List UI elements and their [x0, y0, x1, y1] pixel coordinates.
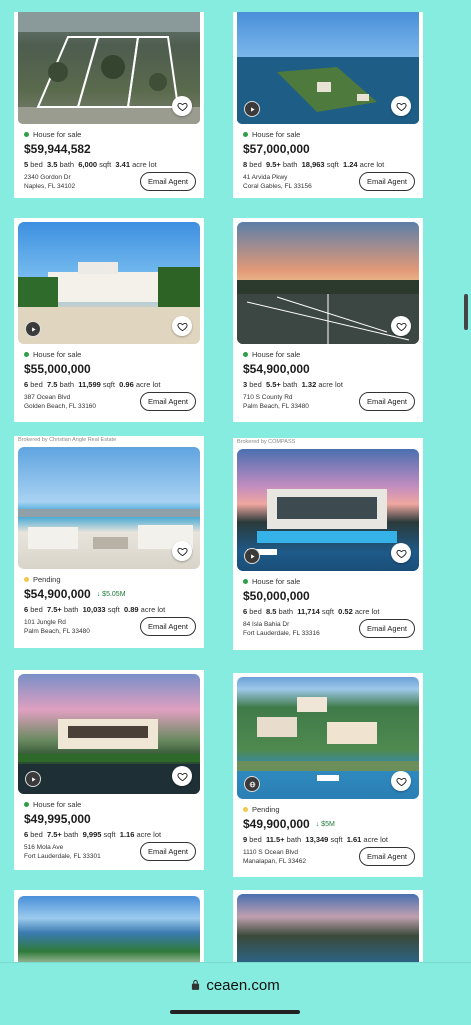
favorite-heart-icon[interactable] — [391, 543, 411, 563]
listing-price: $54,900,000 — [243, 362, 310, 376]
email-agent-button[interactable]: Email Agent — [139, 842, 196, 861]
email-agent-button[interactable]: Email Agent — [358, 847, 415, 866]
email-agent-button[interactable]: Email Agent — [139, 392, 196, 411]
favorite-heart-icon[interactable] — [391, 771, 411, 791]
broker-label: Brokered by COMPASS — [237, 439, 296, 445]
listing-price: $54,900,000 ↓ $5.05M — [24, 587, 126, 601]
listing-stats: 6 bed 8.5 bath 11,714 sqft 0.52 acre lot — [243, 607, 380, 616]
listing-price: $57,000,000 — [243, 142, 310, 156]
video-play-icon[interactable] — [244, 101, 260, 117]
status-dot — [243, 132, 248, 137]
listing-price: $50,000,000 — [243, 589, 310, 603]
favorite-heart-icon[interactable] — [172, 316, 192, 336]
listing-photo[interactable] — [237, 222, 419, 344]
status-dot — [243, 352, 248, 357]
listing-price: $59,944,582 — [24, 142, 91, 156]
listing-stats: 8 bed 9.5+ bath 18,963 sqft 1.24 acre lo… — [243, 160, 385, 169]
listing-stats: 6 bed 7.5+ bath 10,033 sqft 0.89 acre lo… — [24, 605, 166, 614]
price-drop: ↓ $5.05M — [96, 590, 126, 598]
listing-stats: 9 bed 11.5+ bath 13,349 sqft 1.61 acre l… — [243, 835, 389, 844]
favorite-heart-icon[interactable] — [391, 96, 411, 116]
email-agent-button[interactable]: Email Agent — [358, 172, 415, 191]
listing-photo[interactable] — [18, 674, 200, 794]
email-agent-button[interactable]: Email Agent — [139, 617, 196, 636]
listing-card[interactable]: House for sale $59,944,582 5 bed 3.5 bat… — [14, 12, 204, 198]
listing-card[interactable]: House for sale $49,995,000 6 bed 7.5+ ba… — [14, 670, 204, 870]
lock-icon — [191, 977, 200, 994]
status-badge: House for sale — [243, 130, 413, 139]
status-dot — [24, 577, 29, 582]
listing-price: $49,995,000 — [24, 812, 91, 826]
status-badge: Pending — [243, 805, 413, 814]
status-dot — [243, 807, 248, 812]
listing-card[interactable]: House for sale $57,000,000 8 bed 9.5+ ba… — [233, 12, 423, 198]
status-dot — [24, 352, 29, 357]
globe-360-icon[interactable] — [244, 776, 260, 792]
video-play-icon[interactable] — [25, 771, 41, 787]
status-dot — [24, 802, 29, 807]
listing-photo[interactable] — [18, 222, 200, 344]
favorite-heart-icon[interactable] — [172, 96, 192, 116]
listing-price: $55,000,000 — [24, 362, 91, 376]
listing-card[interactable]: Brokered by COMPASS House for sale $50,0… — [233, 438, 423, 650]
listing-photo[interactable] — [18, 447, 200, 569]
status-dot — [243, 579, 248, 584]
status-dot — [24, 132, 29, 137]
status-badge: House for sale — [243, 350, 413, 359]
email-agent-button[interactable]: Email Agent — [358, 619, 415, 638]
email-agent-button[interactable]: Email Agent — [358, 392, 415, 411]
listing-photo[interactable] — [18, 896, 200, 970]
status-badge: House for sale — [24, 350, 194, 359]
listing-photo[interactable] — [18, 12, 200, 124]
listing-stats: 6 bed 7.5+ bath 9,995 sqft 1.16 acre lot — [24, 830, 162, 839]
listing-card[interactable]: Brokered by Christian Angle Real Estate … — [14, 436, 204, 648]
listing-photo[interactable] — [237, 677, 419, 799]
listing-card[interactable]: House for sale $54,900,000 3 bed 5.5+ ba… — [233, 218, 423, 422]
listing-photo[interactable] — [237, 12, 419, 124]
listing-card[interactable]: Pending $49,900,000 ↓ $5M 9 bed 11.5+ bat… — [233, 673, 423, 877]
favorite-heart-icon[interactable] — [172, 766, 192, 786]
listing-stats: 6 bed 7.5 bath 11,599 sqft 0.96 acre lot — [24, 380, 161, 389]
page-scrollbar[interactable] — [464, 294, 468, 330]
video-play-icon[interactable] — [25, 321, 41, 337]
listing-card[interactable]: House for sale $55,000,000 6 bed 7.5 bat… — [14, 218, 204, 422]
browser-address-bar[interactable]: ceaen.com — [0, 962, 471, 1025]
price-drop: ↓ $5M — [315, 820, 335, 828]
listing-photo[interactable] — [237, 894, 419, 970]
status-badge: Pending — [24, 575, 194, 584]
broker-label: Brokered by Christian Angle Real Estate — [18, 437, 117, 443]
listing-stats: 3 bed 5.5+ bath 1.32 acre lot — [243, 380, 343, 389]
home-indicator[interactable] — [170, 1010, 300, 1014]
url-text[interactable]: ceaen.com — [206, 977, 279, 994]
status-badge: House for sale — [24, 130, 194, 139]
favorite-heart-icon[interactable] — [172, 541, 192, 561]
listing-card[interactable] — [14, 890, 204, 970]
video-play-icon[interactable] — [244, 548, 260, 564]
status-badge: House for sale — [24, 800, 194, 809]
listing-price: $49,900,000 ↓ $5M — [243, 817, 335, 831]
listing-card[interactable] — [233, 890, 423, 970]
listing-photo[interactable] — [237, 449, 419, 571]
status-badge: House for sale — [243, 577, 413, 586]
favorite-heart-icon[interactable] — [391, 316, 411, 336]
listing-stats: 5 bed 3.5 bath 6,000 sqft 3.41 acre lot — [24, 160, 157, 169]
email-agent-button[interactable]: Email Agent — [139, 172, 196, 191]
